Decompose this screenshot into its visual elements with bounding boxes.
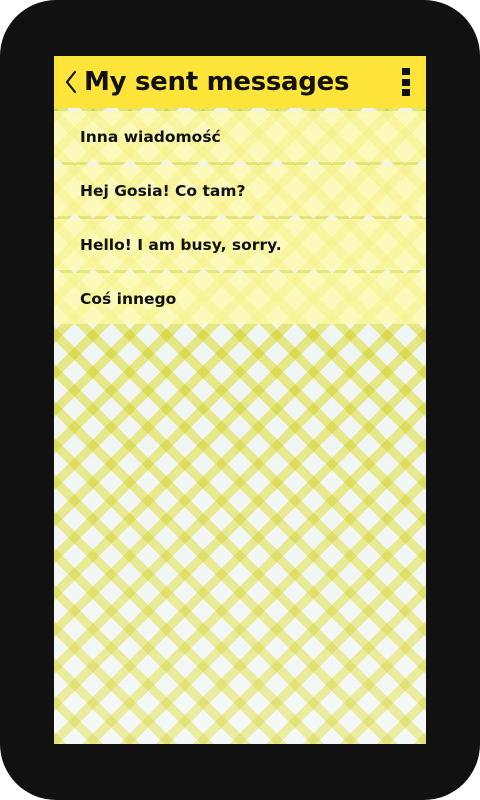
menu-dot (402, 89, 410, 96)
message-text: Inna wiadomość (80, 127, 221, 146)
device-frame: My sent messages Inna wiadomość Hej Gosi… (0, 0, 480, 800)
message-text: Hej Gosia! Co tam? (80, 181, 246, 200)
menu-dot (402, 78, 410, 86)
overflow-menu-button[interactable] (402, 68, 414, 96)
screen: My sent messages Inna wiadomość Hej Gosi… (54, 56, 426, 744)
message-item[interactable]: Coś innego (54, 273, 426, 324)
chevron-left-icon (65, 70, 77, 94)
message-item[interactable]: Inna wiadomość (54, 111, 426, 162)
message-item[interactable]: Hello! I am busy, sorry. (54, 219, 426, 270)
back-button[interactable] (58, 56, 84, 108)
app-header: My sent messages (54, 56, 426, 108)
message-text: Hello! I am busy, sorry. (80, 235, 282, 254)
sent-messages-list: Inna wiadomość Hej Gosia! Co tam? Hello!… (54, 111, 426, 327)
page-title: My sent messages (84, 67, 350, 97)
message-text: Coś innego (80, 289, 177, 308)
message-item[interactable]: Hej Gosia! Co tam? (54, 165, 426, 216)
menu-dot (402, 68, 410, 75)
